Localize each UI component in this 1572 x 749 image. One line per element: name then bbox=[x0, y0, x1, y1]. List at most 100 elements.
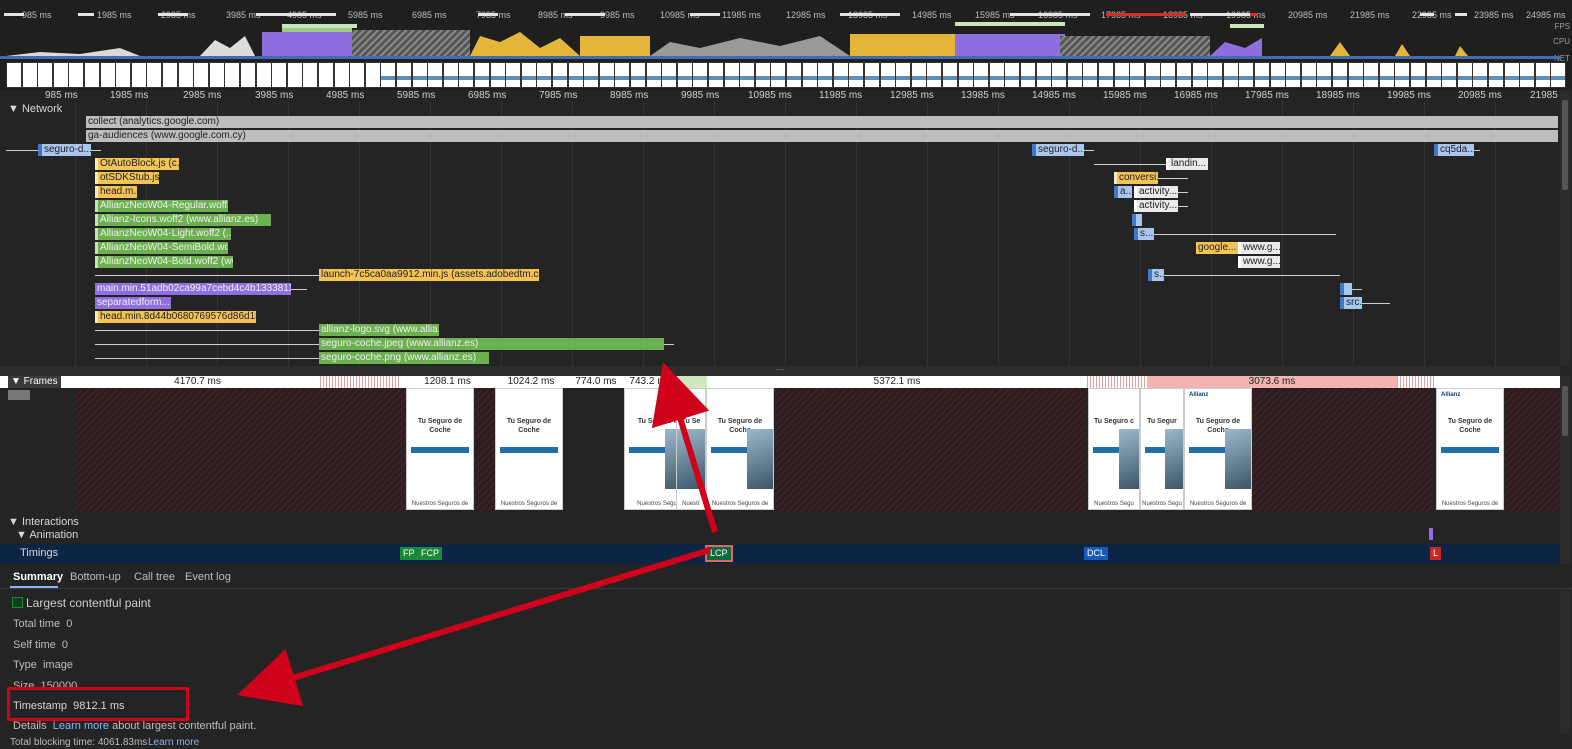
timings-header[interactable]: Timings bbox=[20, 547, 58, 559]
network-request[interactable] bbox=[1340, 283, 1352, 295]
animation-event[interactable] bbox=[1429, 528, 1433, 540]
frames-track-header[interactable]: ▼ Frames 4170.7 ms 1208.1 ms 1024.2 ms 7… bbox=[0, 376, 1560, 388]
network-request[interactable]: google... bbox=[1196, 242, 1238, 254]
network-request[interactable]: src... bbox=[1340, 297, 1362, 309]
request-wait-line bbox=[1164, 275, 1340, 276]
network-request[interactable]: www.g... bbox=[1238, 242, 1280, 254]
frame-screenshot[interactable]: Tu Seguro de Coche Nuestros Seguros de bbox=[406, 388, 474, 510]
network-request[interactable]: head.m... bbox=[95, 186, 137, 198]
summary-row-type: Type image bbox=[13, 659, 73, 671]
frame-duration[interactable]: 5372.1 ms bbox=[707, 376, 1087, 388]
frame-duration[interactable]: 774.0 ms bbox=[567, 376, 625, 388]
fcp-marker[interactable]: FCP bbox=[418, 547, 442, 560]
network-scrollbar[interactable] bbox=[1560, 90, 1570, 366]
network-request[interactable]: s... bbox=[1148, 269, 1164, 281]
network-request[interactable]: Allianz-Icons.woff2 (www.allianz.es) bbox=[95, 214, 271, 226]
network-request[interactable]: collect (analytics.google.com) bbox=[86, 116, 1558, 128]
network-request[interactable]: activity... bbox=[1134, 200, 1178, 212]
frame-duration[interactable]: 3073.6 ms bbox=[1147, 376, 1397, 388]
network-request[interactable]: main.min.51adb02ca99a7cebd4c4b13338110c.… bbox=[95, 283, 291, 295]
network-request[interactable]: otSDKStub.js... bbox=[95, 172, 159, 184]
overview-film-cell bbox=[552, 62, 568, 88]
network-request[interactable]: AllianzNeoW04-Regular.woff2... bbox=[95, 200, 228, 212]
frame-screenshot[interactable]: Tu Seguro de Coche Nuestros Seguros de bbox=[495, 388, 563, 510]
request-wait-line bbox=[1154, 234, 1336, 235]
network-request[interactable]: ga-audiences (www.google.com.cy) bbox=[86, 130, 1558, 142]
network-track-header[interactable]: ▼ Network bbox=[8, 103, 62, 115]
network-request[interactable]: seguro-d... bbox=[1032, 144, 1084, 156]
network-request[interactable]: activity... bbox=[1134, 186, 1178, 198]
frame-screenshot[interactable]: Allianz Tu Seguro de Coche Nuestros Segu… bbox=[1184, 388, 1252, 510]
tab-call-tree[interactable]: Call tree bbox=[134, 571, 175, 583]
track-resize-handle[interactable]: ··· bbox=[0, 365, 1560, 376]
network-request[interactable]: AllianzNeoW04-SemiBold.wof... bbox=[95, 242, 228, 254]
network-request[interactable]: AllianzNeoW04-Bold.woff2 (ww... bbox=[95, 256, 233, 268]
summary-row-details: Details Learn more about largest content… bbox=[13, 720, 256, 732]
frame-duration[interactable]: 4170.7 ms bbox=[75, 376, 320, 388]
screenshot-title: Tu Seguro de Coche bbox=[417, 418, 463, 434]
network-request[interactable]: landin... bbox=[1166, 158, 1208, 170]
load-marker[interactable]: L bbox=[1430, 547, 1442, 560]
main-scrollbar-thumb[interactable] bbox=[1562, 386, 1568, 436]
frame-screenshot[interactable]: Tu Segur Nuestros Segu bbox=[1140, 388, 1184, 510]
ruler-tick: 1985 ms bbox=[110, 90, 149, 101]
overview-film-cell bbox=[333, 62, 350, 88]
network-request[interactable]: allianz-logo.svg (www.allia... bbox=[319, 324, 439, 336]
network-track[interactable]: ▼ Network collect (analytics.google.com)… bbox=[0, 102, 1560, 366]
frame-screenshot[interactable]: Tu Seguro c Nuestros Segu bbox=[1088, 388, 1140, 510]
network-request[interactable]: launch-7c5ca0aa9912.min.js (assets.adobe… bbox=[319, 269, 539, 281]
network-request[interactable]: OtAutoBlock.js (c... bbox=[95, 158, 179, 170]
network-request[interactable]: AllianzNeoW04-Light.woff2 (... bbox=[95, 228, 231, 240]
tab-event-log[interactable]: Event log bbox=[185, 571, 231, 583]
frames-title[interactable]: ▼ Frames bbox=[8, 376, 61, 388]
frame-screenshot[interactable]: Allianz Tu Seguro de Coche Nuestros Segu… bbox=[1436, 388, 1504, 510]
ruler-tick: 4985 ms bbox=[326, 90, 365, 101]
overview-film-cell bbox=[380, 62, 397, 88]
animation-header[interactable]: ▼ Animation bbox=[16, 529, 78, 541]
footer-learn-more-link[interactable]: Learn more bbox=[148, 737, 199, 748]
frame-duration[interactable]: 1024.2 ms bbox=[495, 376, 567, 388]
dcl-marker[interactable]: DCL bbox=[1084, 547, 1109, 560]
network-request[interactable]: seguro-d... bbox=[38, 144, 91, 156]
fp-marker[interactable]: FP bbox=[400, 547, 418, 560]
frame-duration[interactable]: 1208.1 ms bbox=[400, 376, 495, 388]
network-request[interactable]: s... bbox=[1134, 228, 1154, 240]
overview-film-cell bbox=[1238, 62, 1255, 88]
summary-value: 0 bbox=[61, 639, 69, 651]
network-request[interactable]: seguro-coche.jpeg (www.allianz.es) bbox=[319, 338, 664, 350]
frames-collapse-handle[interactable] bbox=[8, 390, 30, 400]
network-request[interactable]: separatedform... bbox=[95, 297, 171, 309]
overview-film-cell bbox=[99, 62, 116, 88]
network-request[interactable]: head.min.8d44b0680769576d86d15c... bbox=[95, 311, 256, 323]
frame-screenshot[interactable]: Tu Seguro de Coche Nuestros Seguros de bbox=[706, 388, 774, 510]
interactions-track[interactable]: ▼ Interactions ▼ Animation bbox=[0, 512, 1560, 544]
lcp-marker[interactable]: LCP bbox=[705, 545, 733, 562]
learn-more-link[interactable]: Learn more bbox=[53, 720, 109, 732]
tab-summary[interactable]: Summary bbox=[13, 571, 63, 583]
network-request[interactable]: www.g... bbox=[1238, 256, 1280, 268]
network-scrollbar-thumb[interactable] bbox=[1562, 100, 1568, 190]
overview-film-cell bbox=[427, 62, 444, 88]
frames-idle-region bbox=[1252, 388, 1432, 512]
main-scrollbar[interactable] bbox=[1560, 376, 1570, 564]
frames-idle-region bbox=[775, 388, 1085, 512]
interactions-header[interactable]: ▼ Interactions bbox=[8, 516, 79, 528]
timings-track[interactable]: Timings FP FCP LCP DCL L bbox=[0, 544, 1560, 564]
frame-duration[interactable]: 743.2 ms bbox=[625, 376, 675, 388]
network-request[interactable]: conversi... bbox=[1114, 172, 1158, 184]
overview-film-cell bbox=[723, 62, 740, 88]
frames-filmstrip: Tu Seguro de Coche Nuestros Seguros de T… bbox=[0, 388, 1560, 512]
tab-bottom-up[interactable]: Bottom-up bbox=[70, 571, 121, 583]
overview-film-cell bbox=[926, 62, 943, 88]
network-request[interactable]: cq5da... bbox=[1434, 144, 1474, 156]
network-request[interactable]: seguro-coche.png (www.allianz.es) bbox=[319, 352, 489, 364]
network-request[interactable] bbox=[1132, 214, 1142, 226]
frame-screenshot[interactable]: Tu Se Nuestr bbox=[676, 388, 706, 510]
summary-scrollbar[interactable] bbox=[1560, 589, 1570, 734]
network-request[interactable]: a... bbox=[1114, 186, 1132, 198]
overview-film-cell bbox=[676, 62, 693, 88]
frame-dropped-region bbox=[1087, 376, 1147, 388]
screenshot-title: Tu Seguro de Coche bbox=[1447, 418, 1493, 434]
timeline-overview[interactable]: 985 ms 1985 ms 2985 ms 3985 ms 4985 ms 5… bbox=[0, 0, 1572, 90]
overview-film-cell bbox=[1254, 62, 1270, 88]
